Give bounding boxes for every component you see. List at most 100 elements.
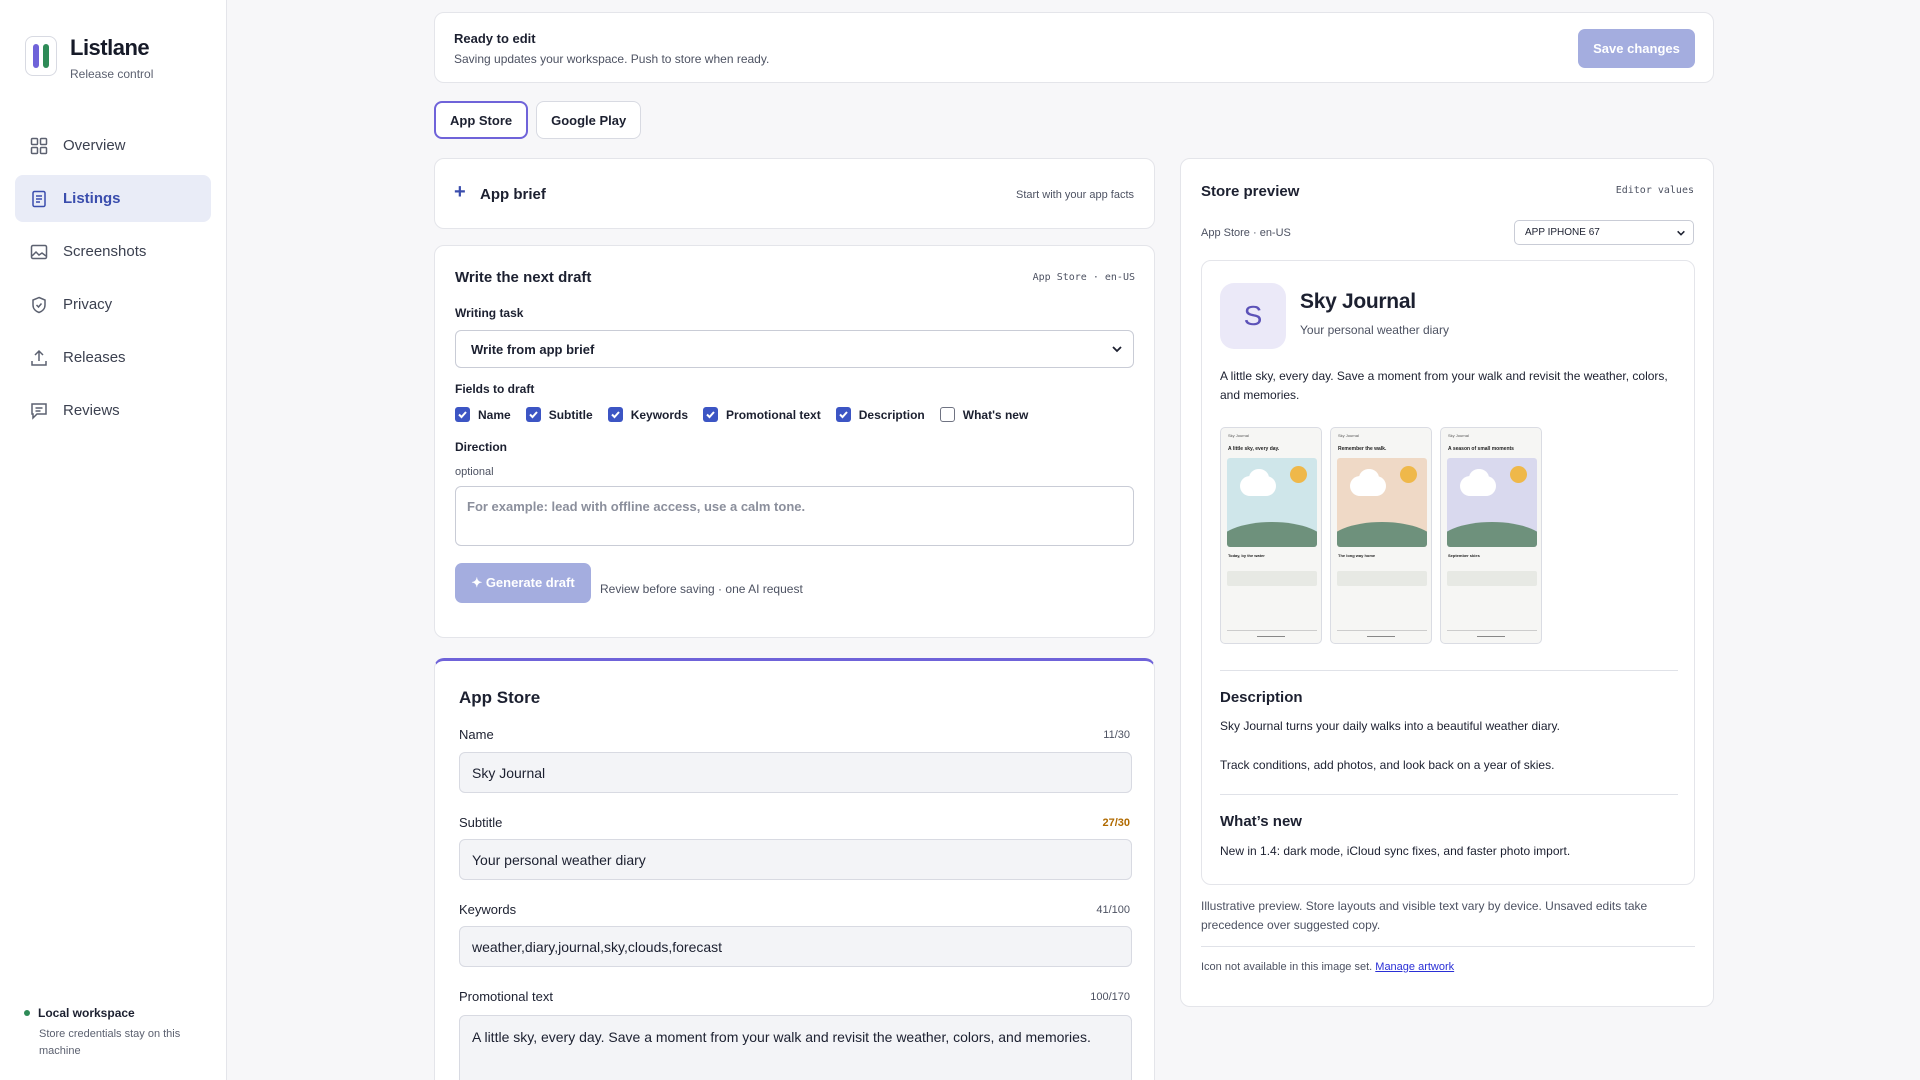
checkbox-checked-icon <box>703 407 719 422</box>
divider <box>1201 946 1695 947</box>
screenshot-thumbnail[interactable]: Sky Journal A season of small moments Se… <box>1440 427 1542 644</box>
keywords-field[interactable]: weather,diary,journal,sky,clouds,forecas… <box>459 926 1132 967</box>
screenshot-weather-illustration <box>1447 458 1537 547</box>
screenshot-headline: A little sky, every day. <box>1228 446 1280 452</box>
sidebar-item-label: Screenshots <box>63 243 147 260</box>
tab-google-play[interactable]: Google Play <box>536 101 642 139</box>
preview-whats-new-text: New in 1.4: dark mode, iCloud sync fixes… <box>1220 844 1571 858</box>
listlane-logo-icon <box>25 36 57 76</box>
name-label: Name <box>459 727 494 742</box>
screenshot-app-label: Sky Journal <box>1228 433 1249 438</box>
workspace-status: Local workspace Store credentials stay o… <box>24 1006 204 1060</box>
direction-optional: optional <box>455 466 494 478</box>
writing-task-select[interactable]: Write from app brief <box>455 330 1134 368</box>
screenshot-strip: Sky Journal A little sky, every day. Tod… <box>1220 427 1542 644</box>
checkbox-label: Description <box>858 407 925 422</box>
promo-textarea[interactable]: A little sky, every day. Save a moment f… <box>459 1015 1132 1080</box>
sidebar-item-label: Listings <box>63 190 121 207</box>
device-select[interactable]: APP IPHONE 67 <box>1514 220 1694 245</box>
preview-footnote: Illustrative preview. Store layouts and … <box>1201 899 1648 932</box>
checkbox-label: Promotional text <box>726 407 821 422</box>
screenshot-app-label: Sky Journal <box>1338 433 1359 438</box>
checkbox-label: What's new <box>962 407 1029 422</box>
preview-promo-text: A little sky, every day. Save a moment f… <box>1220 369 1668 402</box>
save-button[interactable]: Save changes <box>1578 29 1695 68</box>
checkbox-promotional-text[interactable]: Promotional text <box>703 407 821 422</box>
screenshot-thumbnail[interactable]: Sky Journal Remember the walk. The long … <box>1330 427 1432 644</box>
name-field[interactable]: Sky Journal <box>459 752 1132 793</box>
brand-name: Listlane <box>70 35 150 60</box>
status-dot-icon <box>24 1010 30 1016</box>
writing-task-label: Writing task <box>455 306 524 320</box>
grid-icon <box>30 137 48 154</box>
checkbox-subtitle[interactable]: Subtitle <box>525 407 593 422</box>
workspace-desc: Store credentials stay on this machine <box>39 1028 181 1057</box>
preview-app-name: Sky Journal <box>1300 290 1416 313</box>
app-icon: S <box>1220 283 1286 349</box>
direction-label: Direction <box>455 440 508 454</box>
promo-counter: 100/170 <box>1090 991 1130 1003</box>
icon-note: Icon not available in this image set. Ma… <box>1201 961 1454 973</box>
checkbox-whats-new[interactable]: What's new <box>939 407 1029 422</box>
screenshot-thumbnail[interactable]: Sky Journal A little sky, every day. Tod… <box>1220 427 1322 644</box>
sidebar-item-screenshots[interactable]: Screenshots <box>15 228 211 275</box>
checkbox-name[interactable]: Name <box>455 407 511 422</box>
workspace-title: Local workspace <box>38 1006 135 1020</box>
upload-icon <box>31 349 47 366</box>
screenshot-weather-illustration <box>1337 458 1427 547</box>
checkbox-keywords[interactable]: Keywords <box>607 407 689 422</box>
checkbox-description[interactable]: Description <box>835 407 925 422</box>
fields-checkboxes: Name Subtitle Keywords Promotional text … <box>455 407 1043 422</box>
preview-description-line: Sky Journal turns your daily walks into … <box>1220 719 1560 733</box>
subtitle-counter: 27/30 <box>1102 817 1130 829</box>
preview-app-subtitle: Your personal weather diary <box>1300 323 1449 337</box>
chevron-down-icon <box>1112 346 1122 353</box>
brand-subtitle: Release control <box>70 67 154 81</box>
screenshot-app-label: Sky Journal <box>1448 433 1469 438</box>
generate-draft-button[interactable]: ✦ Generate draft <box>455 563 591 603</box>
draft-store-tag: App Store · en-US <box>1032 272 1135 283</box>
app-store-fields-card: App Store Name 11/30 Sky Journal Subtitl… <box>434 658 1155 1080</box>
app-store-section-title: App Store <box>459 688 541 707</box>
draft-card: Write the next draft App Store · en-US W… <box>434 245 1155 638</box>
sidebar-item-overview[interactable]: Overview <box>15 122 211 169</box>
direction-input[interactable]: For example: lead with offline access, u… <box>455 486 1134 546</box>
sidebar: Listlane Release control Overview Listin… <box>0 0 227 1080</box>
divider <box>1220 670 1678 671</box>
screenshot-caption: The long way home <box>1338 553 1376 558</box>
checkbox-label: Keywords <box>630 407 689 422</box>
sidebar-item-privacy[interactable]: Privacy <box>15 281 211 328</box>
sidebar-item-releases[interactable]: Releases <box>15 334 211 381</box>
sidebar-item-label: Privacy <box>63 296 113 313</box>
banner-desc: Saving updates your workspace. Push to s… <box>454 52 770 66</box>
preview-title: Store preview <box>1201 183 1300 200</box>
image-icon <box>30 244 48 259</box>
preview-store-locale: App Store · en-US <box>1201 227 1291 239</box>
chevron-down-icon <box>1677 230 1685 236</box>
sidebar-item-label: Reviews <box>63 402 120 419</box>
preview-description-title: Description <box>1220 689 1303 706</box>
sidebar-item-reviews[interactable]: Reviews <box>15 387 211 434</box>
fields-label: Fields to draft <box>455 382 535 396</box>
promo-label: Promotional text <box>459 989 553 1004</box>
generate-note: Review before saving · one AI request <box>600 582 803 596</box>
app-brief-card[interactable]: + App brief Start with your app facts <box>434 158 1155 229</box>
icon-note-text: Icon not available in this image set. <box>1201 961 1373 973</box>
subtitle-label: Subtitle <box>459 815 503 830</box>
subtitle-field[interactable]: Your personal weather diary <box>459 839 1132 880</box>
divider <box>1220 794 1678 795</box>
document-icon <box>32 190 46 207</box>
preview-description-line: Track conditions, add photos, and look b… <box>1220 758 1555 772</box>
writing-task-value: Write from app brief <box>471 341 595 357</box>
sidebar-item-listings[interactable]: Listings <box>15 175 211 222</box>
screenshot-caption: September skies <box>1448 553 1480 558</box>
screenshot-weather-illustration <box>1227 458 1317 547</box>
tab-app-store[interactable]: App Store <box>434 101 529 139</box>
preview-tag: Editor values <box>1615 185 1694 196</box>
banner-title: Ready to edit <box>454 31 536 46</box>
sidebar-item-label: Releases <box>63 349 126 366</box>
preview-whats-new-title: What’s new <box>1220 813 1302 830</box>
manage-artwork-link[interactable]: Manage artwork <box>1375 961 1454 973</box>
shield-icon <box>32 296 46 313</box>
screenshot-caption: Today, by the water <box>1228 553 1265 558</box>
